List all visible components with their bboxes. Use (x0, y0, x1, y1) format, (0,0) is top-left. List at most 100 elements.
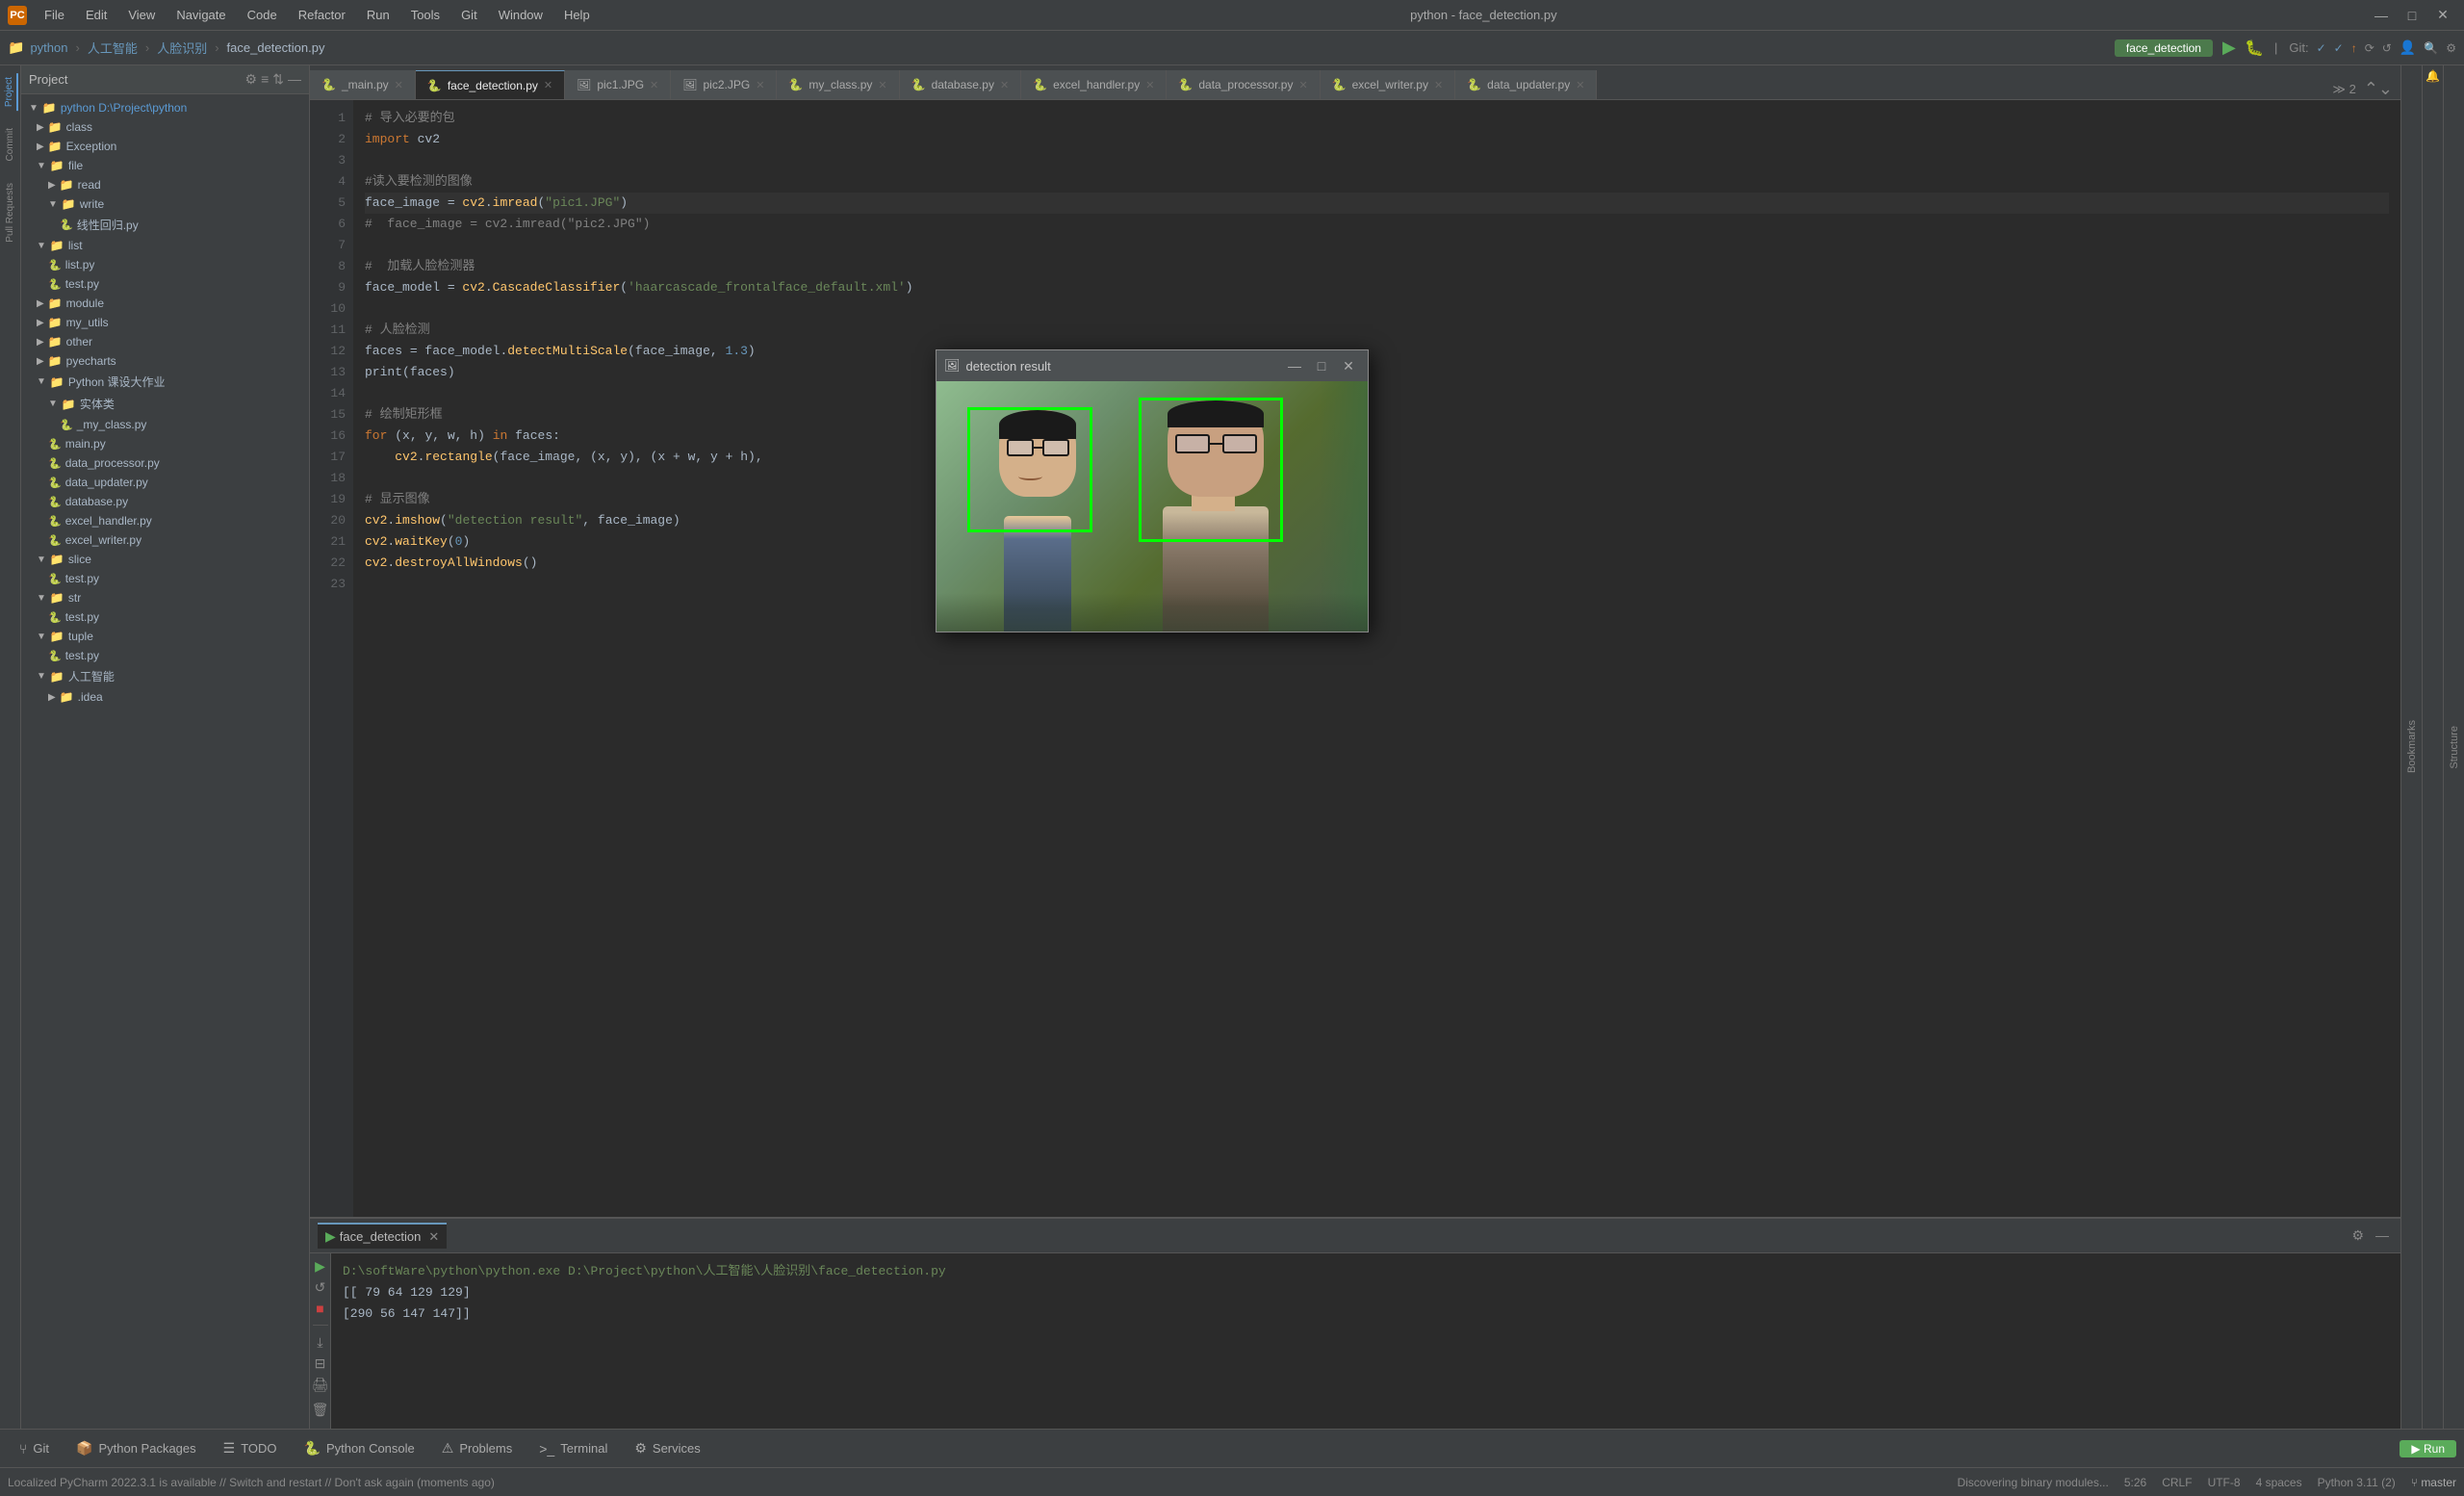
project-tab[interactable]: Project (2, 73, 18, 111)
project-minimize-icon[interactable]: — (288, 71, 301, 88)
tree-other[interactable]: ▶ 📁 other (21, 332, 309, 351)
tree-exception[interactable]: ▶ 📁 Exception (21, 137, 309, 156)
tree-module[interactable]: ▶ 📁 module (21, 294, 309, 313)
tab-facedetection[interactable]: 🐍face_detection.py✕ (416, 70, 565, 99)
bottom-tab-todo[interactable]: ☰ TODO (212, 1432, 289, 1466)
code-editor[interactable]: 12345 678910 1112131415 1617181920 21222… (310, 100, 2400, 1217)
indent-info[interactable]: 4 spaces (2256, 1476, 2302, 1489)
menu-run[interactable]: Run (357, 4, 399, 26)
bottom-tab-problems[interactable]: ⚠ Problems (430, 1432, 524, 1466)
tree-linear[interactable]: 🐍 线性回归.py (21, 214, 309, 236)
menu-code[interactable]: Code (238, 4, 287, 26)
run-stop-icon[interactable]: ■ (312, 1300, 329, 1317)
tree-mainpy[interactable]: 🐍 main.py (21, 434, 309, 453)
breadcrumb-ai[interactable]: 人工智能 (88, 39, 138, 57)
tree-myclass[interactable]: 🐍 _my_class.py (21, 415, 309, 434)
detection-maximize-button[interactable]: □ (1310, 356, 1333, 375)
git-undo[interactable]: ↺ (2382, 41, 2392, 55)
menu-git[interactable]: Git (451, 4, 487, 26)
tab-excelhandler[interactable]: 🐍excel_handler.py✕ (1021, 70, 1167, 99)
run-button[interactable]: ▶ (2220, 39, 2238, 57)
run-filter-icon[interactable]: ⊟ (312, 1354, 329, 1372)
tree-slicetest[interactable]: 🐍 test.py (21, 569, 309, 588)
cursor-position[interactable]: 5:26 (2124, 1476, 2146, 1489)
tab-main[interactable]: 🐍_main.py✕ (310, 70, 416, 99)
tree-entity[interactable]: ▼ 📁 实体类 (21, 393, 309, 415)
run-trash-icon[interactable]: 🗑 (312, 1401, 329, 1418)
tab-myclass[interactable]: 🐍my_class.py✕ (777, 70, 899, 99)
run-close-icon[interactable]: — (2372, 1225, 2393, 1246)
tree-dataupdater[interactable]: 🐍 data_updater.py (21, 473, 309, 492)
bottom-tab-git[interactable]: ⑂ Git (8, 1432, 61, 1466)
pull-requests-tab[interactable]: Pull Requests (3, 179, 17, 246)
git-arrow[interactable]: ↑ (2351, 41, 2357, 55)
run-print-icon[interactable]: 🖨 (312, 1376, 329, 1393)
tree-myutils[interactable]: ▶ 📁 my_utils (21, 313, 309, 332)
run-scroll-icon[interactable]: ⤓ (312, 1333, 329, 1351)
run-rerun-icon[interactable]: ↺ (312, 1278, 329, 1296)
bottom-tab-terminal[interactable]: >_ Terminal (527, 1432, 619, 1466)
menu-tools[interactable]: Tools (401, 4, 449, 26)
bottom-tab-python-packages[interactable]: 📦 Python Packages (64, 1432, 208, 1466)
run-config-button[interactable]: face_detection (2115, 39, 2213, 57)
detection-minimize-button[interactable]: — (1283, 356, 1306, 375)
tree-str[interactable]: ▼ 📁 str (21, 588, 309, 607)
tab-overflow[interactable]: ≫ 2 ⌃ ⌄ (2324, 79, 2400, 99)
tree-strtest[interactable]: 🐍 test.py (21, 607, 309, 627)
git-check[interactable]: ✓ (2317, 41, 2326, 55)
debug-button[interactable]: 🐛 (2246, 39, 2263, 57)
tree-ai[interactable]: ▼ 📁 人工智能 (21, 665, 309, 687)
tree-root[interactable]: ▼ 📁 python D:\Project\python (21, 98, 309, 117)
run-panel-tab[interactable]: ▶ face_detection ✕ (318, 1223, 447, 1249)
tab-dataprocessor[interactable]: 🐍data_processor.py✕ (1167, 70, 1320, 99)
notifications-icon[interactable]: 🔔 (2426, 69, 2440, 83)
detection-window-titlebar[interactable]: 🖼 detection result — □ ✕ (937, 350, 1368, 381)
tree-pyecharts[interactable]: ▶ 📁 pyecharts (21, 351, 309, 371)
tree-database[interactable]: 🐍 database.py (21, 492, 309, 511)
project-sort-icon[interactable]: ⇅ (272, 71, 284, 88)
user-icon[interactable]: 👤 (2400, 39, 2416, 56)
tree-file[interactable]: ▼ 📁 file (21, 156, 309, 175)
tree-idea[interactable]: ▶ 📁 .idea (21, 687, 309, 707)
git-history[interactable]: ⟳ (2365, 41, 2374, 55)
menu-navigate[interactable]: Navigate (167, 4, 235, 26)
close-button[interactable]: ✕ (2429, 5, 2456, 26)
menu-window[interactable]: Window (489, 4, 552, 26)
run-tab-close[interactable]: ✕ (428, 1229, 439, 1245)
tree-testpy1[interactable]: 🐍 test.py (21, 274, 309, 294)
tab-pic2[interactable]: 🖼pic2.JPG✕ (671, 70, 777, 99)
tree-excelhandler[interactable]: 🐍 excel_handler.py (21, 511, 309, 530)
maximize-button[interactable]: □ (2399, 5, 2426, 26)
tree-write[interactable]: ▼ 📁 write (21, 194, 309, 214)
menu-help[interactable]: Help (554, 4, 600, 26)
menu-edit[interactable]: Edit (76, 4, 116, 26)
bookmarks-label[interactable]: Bookmarks (2404, 716, 2420, 777)
run-bottom-button[interactable]: ▶ Run (2400, 1440, 2456, 1457)
menu-refactor[interactable]: Refactor (289, 4, 355, 26)
tree-class[interactable]: ▶ 📁 class (21, 117, 309, 137)
tree-excelwriter[interactable]: 🐍 excel_writer.py (21, 530, 309, 550)
tab-excelwriter[interactable]: 🐍excel_writer.py✕ (1321, 70, 1456, 99)
project-settings-icon[interactable]: ⚙ (245, 71, 258, 88)
tree-list[interactable]: ▼ 📁 list (21, 236, 309, 255)
run-play-icon[interactable]: ▶ (312, 1257, 329, 1275)
tab-pic1[interactable]: 🖼pic1.JPG✕ (565, 70, 671, 99)
tree-dataprocessor[interactable]: 🐍 data_processor.py (21, 453, 309, 473)
python-version[interactable]: Python 3.11 (2) (2318, 1476, 2396, 1489)
commit-tab[interactable]: Commit (3, 124, 17, 165)
run-settings-icon[interactable]: ⚙ (2348, 1225, 2368, 1246)
settings-icon[interactable]: ⚙ (2446, 41, 2456, 55)
tab-dataupdater[interactable]: 🐍data_updater.py✕ (1455, 70, 1597, 99)
minimize-button[interactable]: — (2368, 5, 2395, 26)
structure-label[interactable]: Structure (2449, 726, 2460, 769)
tab-database[interactable]: 🐍database.py✕ (900, 70, 1022, 99)
tree-slice[interactable]: ▼ 📁 slice (21, 550, 309, 569)
tree-read[interactable]: ▶ 📁 read (21, 175, 309, 194)
menu-view[interactable]: View (118, 4, 165, 26)
git-check2[interactable]: ✓ (2334, 41, 2344, 55)
bottom-tab-services[interactable]: ⚙ Services (623, 1432, 711, 1466)
search-icon[interactable]: 🔍 (2424, 41, 2438, 55)
line-ending[interactable]: CRLF (2162, 1476, 2192, 1489)
tree-tuple[interactable]: ▼ 📁 tuple (21, 627, 309, 646)
encoding[interactable]: UTF-8 (2208, 1476, 2241, 1489)
